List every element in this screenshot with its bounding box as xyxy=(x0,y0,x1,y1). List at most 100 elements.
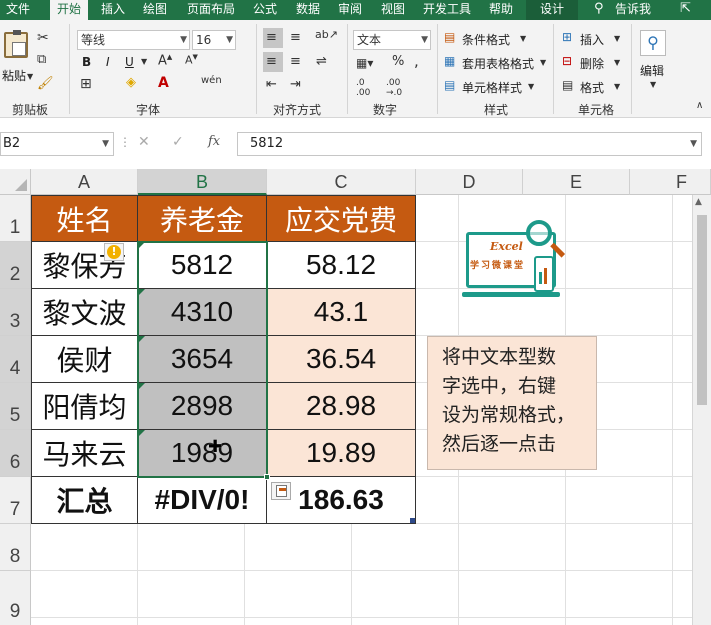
tab-review[interactable]: 审阅 xyxy=(331,0,369,20)
enter-icon[interactable]: ✓ xyxy=(172,134,184,150)
cell-dues[interactable]: 28.98 xyxy=(267,383,416,430)
row-header-8[interactable]: 8 xyxy=(0,524,31,571)
cell-styles-button[interactable]: 单元格样式 xyxy=(462,79,522,96)
cell-dues[interactable]: 19.89 xyxy=(267,430,416,477)
tab-view[interactable]: 视图 xyxy=(374,0,412,20)
error-warning-button[interactable]: ! xyxy=(104,243,124,261)
tell-me-box[interactable]: 告诉我 xyxy=(612,0,654,20)
table-resize-handle[interactable] xyxy=(410,518,415,523)
total-pension[interactable]: #DIV/0! xyxy=(138,477,267,524)
row-header-3[interactable]: 3 xyxy=(0,289,31,336)
cut-icon[interactable]: ✂ xyxy=(37,30,49,46)
wrap-text-icon[interactable]: ⇌ xyxy=(316,54,327,69)
column-header-f[interactable]: F xyxy=(630,169,711,195)
tab-data[interactable]: 数据 xyxy=(289,0,327,20)
column-header-e[interactable]: E xyxy=(523,169,630,195)
row-header-9[interactable]: 9 xyxy=(0,571,31,625)
insert-cells-button[interactable]: 插入 xyxy=(580,31,604,48)
paste-icon[interactable] xyxy=(4,30,28,58)
row-header-5[interactable]: 5 xyxy=(0,383,31,430)
chevron-down-icon[interactable]: ▼ xyxy=(141,57,147,66)
cell-name[interactable]: 马来云 xyxy=(31,430,138,477)
row-header-4[interactable]: 4 xyxy=(0,336,31,383)
percent-icon[interactable]: % xyxy=(392,54,404,69)
name-box[interactable]: B2 ▼ xyxy=(0,132,114,156)
border-icon[interactable]: ⊞ xyxy=(80,76,92,92)
format-painter-icon[interactable]: 🖌 xyxy=(37,76,54,91)
tab-developer[interactable]: 开发工具 xyxy=(416,0,478,20)
formula-input[interactable]: 5812 ▼ xyxy=(237,132,702,156)
select-all-corner[interactable] xyxy=(0,169,31,195)
cancel-icon[interactable]: ✕ xyxy=(138,134,150,150)
increase-indent-icon[interactable]: ⇥ xyxy=(290,77,301,92)
paste-options-button[interactable] xyxy=(271,482,291,500)
shrink-font-icon[interactable]: A▼ xyxy=(185,53,198,67)
row-header-2[interactable]: 2 xyxy=(0,242,31,289)
cell-pension[interactable]: 1989 xyxy=(138,430,267,477)
collapse-ribbon-icon[interactable]: ∧ xyxy=(696,100,703,111)
column-header-c[interactable]: C xyxy=(267,169,416,195)
header-name[interactable]: 姓名 xyxy=(31,195,138,242)
font-color-icon[interactable]: A xyxy=(158,75,169,91)
scrollbar-thumb[interactable] xyxy=(697,215,707,405)
format-cells-button[interactable]: 格式 xyxy=(580,79,604,96)
phonetic-icon[interactable]: wén xyxy=(201,75,222,86)
paste-button[interactable]: 粘贴 xyxy=(2,67,26,84)
search-icon[interactable]: ⚲ xyxy=(594,1,604,16)
copy-icon[interactable]: ⧉ xyxy=(37,52,46,67)
align-right-icon[interactable]: ≡ xyxy=(290,54,301,69)
conditional-format-button[interactable]: 条件格式 xyxy=(462,31,510,48)
font-size-combo[interactable]: 16 ▼ xyxy=(192,30,236,50)
format-as-table-button[interactable]: 套用表格格式 xyxy=(462,55,534,72)
italic-button[interactable]: I xyxy=(106,55,110,69)
grow-font-icon[interactable]: A▲ xyxy=(158,53,172,68)
fill-color-icon[interactable]: ◈ xyxy=(126,75,136,90)
tab-design[interactable]: 设计 xyxy=(526,0,578,20)
currency-icon[interactable]: ▦▾ xyxy=(356,56,373,70)
search-icon[interactable]: ⚲ xyxy=(640,30,666,56)
decrease-indent-icon[interactable]: ⇤ xyxy=(266,77,277,92)
cell-name[interactable]: 阳倩均 xyxy=(31,383,138,430)
row-header-6[interactable]: 6 xyxy=(0,430,31,477)
cell-pension[interactable]: 2898 xyxy=(138,383,267,430)
column-header-b[interactable]: B xyxy=(138,169,267,195)
header-dues[interactable]: 应交党费 xyxy=(267,195,416,242)
insert-function-button[interactable]: fx xyxy=(208,134,220,149)
cell-pension[interactable]: 5812 xyxy=(138,242,267,289)
cell-dues[interactable]: 58.12 xyxy=(267,242,416,289)
cell-name[interactable]: 侯财 xyxy=(31,336,138,383)
header-pension[interactable]: 养老金 xyxy=(138,195,267,242)
bold-button[interactable]: B xyxy=(82,55,91,69)
column-header-a[interactable]: A xyxy=(31,169,138,195)
tab-page-layout[interactable]: 页面布局 xyxy=(180,0,242,20)
editing-button[interactable]: 编辑 xyxy=(640,62,664,79)
share-icon[interactable]: ⇱ xyxy=(680,1,691,16)
tab-home[interactable]: 开始 xyxy=(50,0,88,20)
tab-draw[interactable]: 绘图 xyxy=(136,0,174,20)
tab-help[interactable]: 帮助 xyxy=(482,0,520,20)
row-header-7[interactable]: 7 xyxy=(0,477,31,524)
font-name-combo[interactable]: 等线 ▼ xyxy=(77,30,190,50)
cell-dues[interactable]: 36.54 xyxy=(267,336,416,383)
align-middle-icon[interactable]: ≡ xyxy=(290,30,301,45)
delete-cells-button[interactable]: 删除 xyxy=(580,55,604,72)
comma-icon[interactable]: , xyxy=(414,52,419,70)
increase-decimal-icon[interactable]: .0.00 xyxy=(356,78,370,98)
cell-pension[interactable]: 4310 xyxy=(138,289,267,336)
fill-handle[interactable] xyxy=(264,474,270,480)
number-format-combo[interactable]: 文本 ▼ xyxy=(353,30,431,50)
scroll-up-icon[interactable]: ▲ xyxy=(695,197,702,207)
paste-dropdown-icon[interactable]: ▼ xyxy=(27,72,33,81)
tab-insert[interactable]: 插入 xyxy=(94,0,132,20)
total-label[interactable]: 汇总 xyxy=(31,477,138,524)
cell-dues[interactable]: 43.1 xyxy=(267,289,416,336)
underline-button[interactable]: U xyxy=(125,55,134,69)
column-header-d[interactable]: D xyxy=(416,169,523,195)
cell-name[interactable]: 黎文波 xyxy=(31,289,138,336)
row-header-1[interactable]: 1 xyxy=(0,195,31,242)
cell-pension[interactable]: 3654 xyxy=(138,336,267,383)
vertical-scrollbar[interactable]: ▲ xyxy=(692,195,711,625)
orientation-icon[interactable]: ab↗ xyxy=(315,28,338,41)
decrease-decimal-icon[interactable]: .00 →.0 xyxy=(386,78,402,98)
tab-file[interactable]: 文件 xyxy=(0,0,36,20)
